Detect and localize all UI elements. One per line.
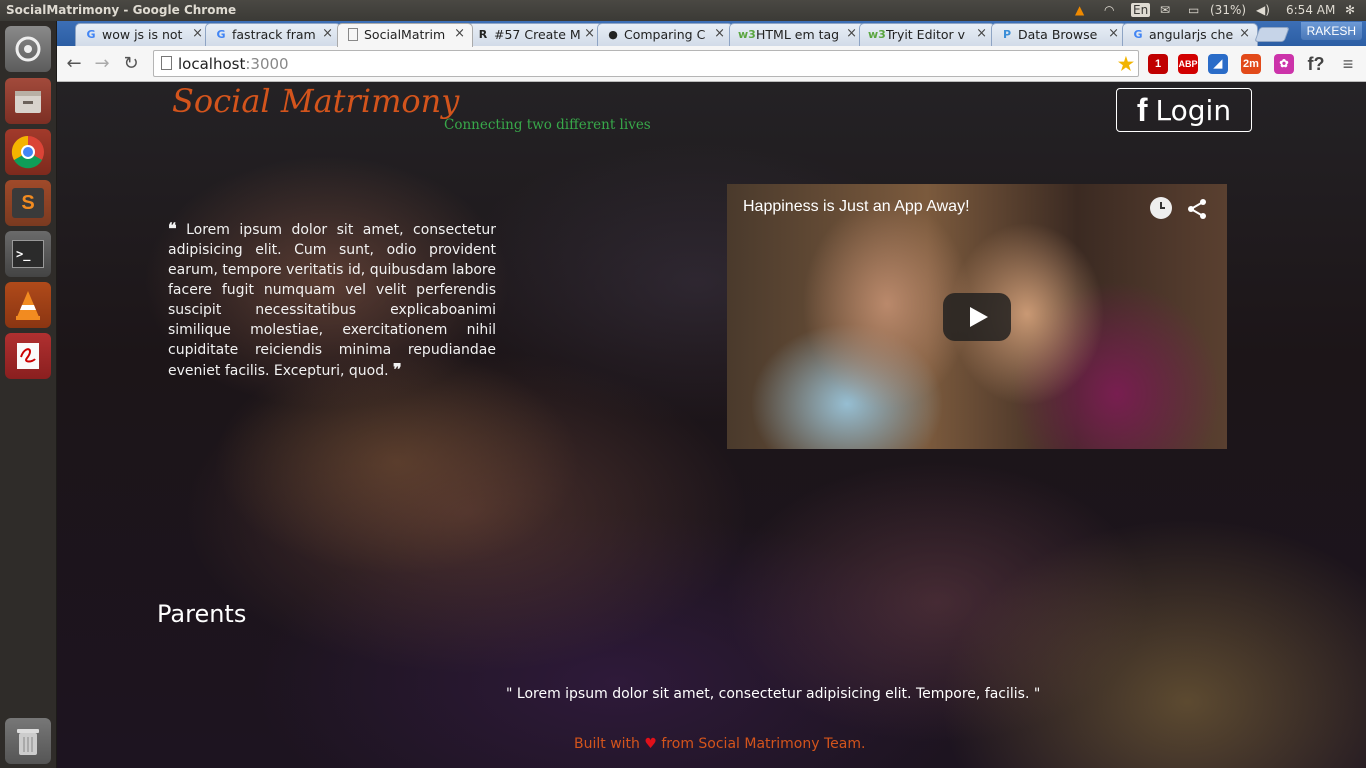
mail-icon[interactable]: ✉ <box>1160 3 1170 17</box>
footer-text-before: Built with <box>574 736 640 752</box>
address-bar[interactable]: localhost:3000 <box>153 50 1139 77</box>
text-editor-icon[interactable] <box>5 333 51 379</box>
font-extension-icon[interactable]: f? <box>1306 54 1326 74</box>
settings-gear-icon[interactable]: ✻ <box>1345 3 1355 17</box>
quote-open-icon: ❝ <box>168 219 177 238</box>
wifi-icon[interactable]: ◠ <box>1104 3 1114 17</box>
sublime-text-icon[interactable]: S <box>5 180 51 226</box>
vlc-icon[interactable] <box>5 282 51 328</box>
play-button-icon[interactable] <box>943 293 1011 341</box>
terminal-icon[interactable]: >_ <box>5 231 51 277</box>
favicon-icon: w3 <box>738 28 756 41</box>
watch-later-clock-icon[interactable] <box>1150 197 1172 219</box>
chrome-menu-icon[interactable]: ≡ <box>1338 54 1358 74</box>
window-title: SocialMatrimony - Google Chrome <box>6 3 237 17</box>
tab-4[interactable]: R #57 Create M × <box>467 23 603 46</box>
tab-close-icon[interactable]: × <box>584 26 595 41</box>
reload-icon[interactable]: ↻ <box>120 53 142 75</box>
tab-label: wow js is not <box>102 27 183 42</box>
tab-close-icon[interactable]: × <box>1108 26 1119 41</box>
top-panel: SocialMatrimony - Google Chrome ▲ ◠ En ✉… <box>0 0 1366 21</box>
tab-label: fastrack fram <box>232 27 316 42</box>
color-wheel-icon[interactable]: ✿ <box>1274 54 1294 74</box>
facebook-icon: f <box>1136 92 1148 128</box>
tab-close-icon[interactable]: × <box>846 26 857 41</box>
battery-level[interactable]: (31%) <box>1210 3 1246 17</box>
files-icon[interactable] <box>5 78 51 124</box>
tab-close-icon[interactable]: × <box>714 26 725 41</box>
keyboard-indicator[interactable]: En <box>1131 3 1151 17</box>
url-port: :3000 <box>245 55 289 73</box>
heart-icon: ♥ <box>644 736 657 752</box>
vlc-tray-icon[interactable]: ▲ <box>1075 3 1084 17</box>
tab-label: Comparing C <box>624 27 706 42</box>
profile-button[interactable]: RAKESH <box>1300 22 1362 40</box>
tab-label: #57 Create M <box>494 27 581 42</box>
tab-2[interactable]: Gfastrack fram × <box>205 23 341 46</box>
video-title[interactable]: Happiness is Just an App Away! <box>743 198 970 216</box>
facebook-login-button[interactable]: f Login <box>1116 88 1252 132</box>
footer-credit: Built with ♥ from Social Matrimony Team. <box>574 736 865 752</box>
tab-6[interactable]: w3 HTML em tag × <box>729 23 865 46</box>
favicon-icon: P <box>1002 28 1012 41</box>
new-tab-button[interactable] <box>1254 27 1290 42</box>
tab-close-icon[interactable]: × <box>322 26 333 41</box>
tab-strip: Gwow js is not × Gfastrack fram × SocialMatr… <box>57 21 1366 47</box>
quote-text: Lorem ipsum dolor sit amet, consectetur … <box>168 222 497 379</box>
dash-home-icon[interactable] <box>5 26 51 72</box>
site-brand[interactable]: Social Matrimony <box>172 82 459 120</box>
footer-text-after: from Social Matrimony Team. <box>661 736 866 752</box>
page-favicon-icon <box>348 28 358 41</box>
tab-close-icon[interactable]: × <box>454 26 465 41</box>
battery-icon[interactable]: ▭ <box>1188 3 1199 17</box>
bookmark-star-icon[interactable]: ★ <box>1116 54 1136 74</box>
terminal-prompt: >_ <box>12 240 44 268</box>
page-icon <box>161 56 172 70</box>
tab-label: Tryit Editor v <box>886 27 966 42</box>
site-tagline: Connecting two different lives <box>444 117 651 133</box>
tab-9[interactable]: Gangularjs che × <box>1122 23 1258 46</box>
tab-5[interactable]: ● Comparing C × <box>597 23 733 46</box>
chrome-icon[interactable] <box>5 129 51 175</box>
forward-arrow-icon[interactable]: → <box>91 53 113 75</box>
intro-quote: ❝ Lorem ipsum dolor sit amet, consectetu… <box>168 219 496 381</box>
share-icon[interactable] <box>1186 198 1208 220</box>
login-label: Login <box>1155 93 1232 127</box>
section-title-parents: Parents <box>157 600 247 628</box>
parent-testimonial: " Lorem ipsum dolor sit amet, consectetu… <box>506 686 1041 702</box>
tab-7[interactable]: w3 Tryit Editor v × <box>859 23 995 46</box>
volume-icon[interactable]: ◀) <box>1256 3 1270 17</box>
tab-close-icon[interactable]: × <box>1239 26 1250 41</box>
page-viewport: Social Matrimony Connecting two differen… <box>57 82 1366 768</box>
clock[interactable]: 6:54 AM <box>1286 3 1335 17</box>
tab-label: HTML em tag <box>756 27 840 42</box>
tab-1[interactable]: Gwow js is not × <box>75 23 211 46</box>
favicon-icon: G <box>1133 28 1143 41</box>
back-arrow-icon[interactable]: ← <box>63 53 85 75</box>
tab-label: Data Browse <box>1018 27 1098 42</box>
adblock-plus-icon[interactable]: ABP <box>1178 54 1198 74</box>
tab-close-icon[interactable]: × <box>192 26 203 41</box>
favicon-icon: ● <box>608 28 618 41</box>
favicon-icon: R <box>478 28 488 41</box>
trash-icon[interactable] <box>5 718 51 764</box>
browser-toolbar: ← → ↻ localhost:3000 ★ 1 ABP ◢ 2m ✿ f? ≡ <box>57 46 1366 82</box>
sublime-letter: S <box>12 188 44 218</box>
youtube-video-embed[interactable]: Happiness is Just an App Away! <box>727 184 1227 449</box>
tab-label: SocialMatrim <box>364 27 446 42</box>
tab-close-icon[interactable]: × <box>976 26 987 41</box>
lastpass-extension-icon[interactable]: 1 <box>1148 54 1168 74</box>
tab-label: angularjs che <box>1149 27 1234 42</box>
favicon-icon: G <box>86 28 96 41</box>
url-text[interactable]: localhost:3000 <box>178 55 289 73</box>
favicon-icon: G <box>216 28 226 41</box>
tab-8[interactable]: P Data Browse × <box>991 23 1127 46</box>
launcher: S >_ <box>0 21 57 768</box>
favicon-icon: w3 <box>868 28 886 41</box>
timer-extension-icon[interactable]: 2m <box>1241 54 1261 74</box>
quote-close-icon: ❞ <box>393 360 402 379</box>
tab-3[interactable]: SocialMatrim × <box>337 23 473 47</box>
pin-extension-icon[interactable]: ◢ <box>1208 54 1228 74</box>
url-host: localhost <box>178 55 246 73</box>
